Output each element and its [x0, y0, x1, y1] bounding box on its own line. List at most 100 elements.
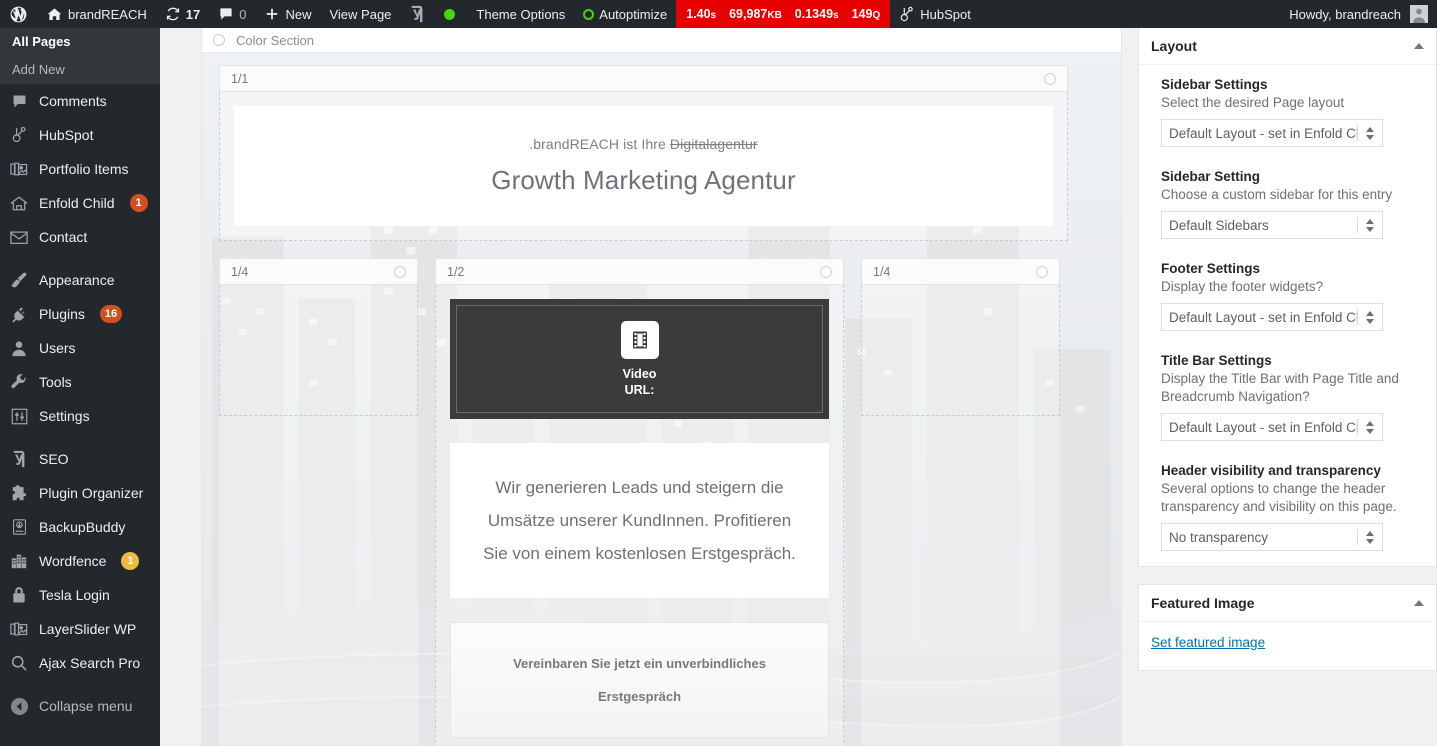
layout-metabox: Layout Sidebar Settings Select the desire…: [1138, 28, 1437, 567]
layout-metabox-body: Sidebar Settings Select the desired Page …: [1139, 65, 1436, 566]
video-caption-line1: Video: [622, 366, 657, 381]
sidebar-item-label: Tools: [39, 374, 72, 390]
sidebar-item-label: Users: [39, 340, 76, 356]
layout-metabox-header[interactable]: Layout: [1139, 28, 1436, 65]
builder-cell[interactable]: 1/4: [219, 258, 418, 745]
sidebar-item-label: BackupBuddy: [39, 519, 126, 535]
cell-circle-icon[interactable]: [820, 265, 832, 278]
collapse-menu-label: Collapse menu: [39, 698, 133, 714]
cell-circle-icon[interactable]: [1044, 72, 1056, 85]
option-heading: Sidebar Setting: [1161, 169, 1261, 184]
option-select-value: No transparency: [1169, 529, 1269, 545]
yoast-seo-icon: [9, 449, 29, 469]
sidebar-item-label: Plugins: [39, 306, 85, 322]
sidebar-item-appearance[interactable]: Appearance: [0, 263, 160, 297]
set-featured-image-link[interactable]: Set featured image: [1151, 635, 1265, 650]
chevron-updown-icon[interactable]: [1358, 420, 1382, 434]
collapse-triangle-icon[interactable]: [1414, 600, 1424, 606]
chevron-updown-icon[interactable]: [1358, 126, 1382, 140]
sidebar-item-hubspot[interactable]: HubSpot: [0, 118, 160, 152]
account-menu[interactable]: Howdy, brandreach: [1280, 0, 1437, 28]
new-label: New: [285, 6, 312, 22]
option-select[interactable]: Default Layout - set in Enfold Ch: [1161, 303, 1383, 331]
sidebar-item-backupbuddy[interactable]: BackupBuddy: [0, 510, 160, 544]
sidebar-item-tools[interactable]: Tools: [0, 365, 160, 399]
admin-bar: brandREACH 17 0 New View Page Theme Opti…: [0, 0, 1437, 28]
layout-metabox-title: Layout: [1151, 38, 1197, 54]
sidebar-collapse-menu[interactable]: Collapse menu: [0, 689, 160, 723]
builder-cell-header[interactable]: 1/4: [861, 258, 1060, 285]
collapse-triangle-icon[interactable]: [1414, 43, 1424, 49]
cell-size-label: 1/1: [231, 71, 249, 86]
cell-circle-icon[interactable]: [394, 265, 406, 278]
option-description: Select the desired Page layout: [1161, 95, 1345, 110]
button-element[interactable]: Vereinbaren Sie jetzt ein unverbindliche…: [450, 622, 829, 738]
video-element[interactable]: Video URL:: [450, 299, 829, 419]
sidebar-badge: 1: [129, 194, 148, 212]
sidebar-item-comments[interactable]: Comments: [0, 84, 160, 118]
cell-circle-icon[interactable]: [1036, 265, 1048, 278]
plus-icon: [264, 6, 280, 22]
sidebar-item-layerslider-wp[interactable]: LayerSlider WP: [0, 612, 160, 646]
builder-cell-header[interactable]: 1/4: [219, 258, 418, 285]
cell-size-label: 1/2: [447, 264, 465, 279]
sidebar-item-plugin-organizer[interactable]: Plugin Organizer: [0, 476, 160, 510]
option-description: Choose a custom sidebar for this entry: [1161, 187, 1393, 202]
autoptimize-menu[interactable]: Autoptimize: [574, 0, 676, 28]
builder-cell-header[interactable]: 1/2: [435, 258, 844, 285]
builder-cell[interactable]: 1/4: [861, 258, 1060, 745]
featured-image-header[interactable]: Featured Image: [1139, 585, 1436, 622]
sidebar-item-all-pages[interactable]: All Pages: [0, 28, 160, 56]
sidebar-item-seo[interactable]: SEO: [0, 442, 160, 476]
featured-image-body: Set featured image: [1139, 622, 1436, 670]
builder-cell-header[interactable]: 1/1: [219, 65, 1068, 92]
builder-cell[interactable]: 1/1 .brandREACH ist Ihre Digitalagentur Gr…: [219, 65, 1068, 241]
layout-option: Sidebar Settings Select the desired Page …: [1161, 77, 1414, 147]
home-icon: [46, 6, 63, 23]
chevron-updown-icon[interactable]: [1358, 310, 1382, 324]
option-select[interactable]: Default Sidebars: [1161, 211, 1383, 239]
sidebar-item-ajax-search-pro[interactable]: Ajax Search Pro: [0, 646, 160, 680]
home-appearance-icon: [9, 193, 29, 213]
wp-logo-menu[interactable]: [0, 0, 37, 28]
performance-metrics-bar[interactable]: 1.40s 69,987KB 0.1349s 149Q: [676, 0, 891, 28]
paragraph-element[interactable]: Wir generieren Leads und steigern die Um…: [450, 443, 829, 598]
settings-sidebar: Layout Sidebar Settings Select the desire…: [1138, 28, 1437, 746]
sidebar-item-add-new[interactable]: Add New: [0, 56, 160, 84]
new-content-menu[interactable]: New: [255, 0, 320, 28]
comments-menu[interactable]: 0: [209, 0, 255, 28]
yoast-status[interactable]: [435, 0, 464, 28]
sidebar-item-label: Appearance: [39, 272, 115, 288]
chevron-updown-icon[interactable]: [1358, 530, 1382, 544]
option-select[interactable]: No transparency: [1161, 523, 1383, 551]
yoast-menu[interactable]: [400, 0, 435, 28]
sidebar-item-contact[interactable]: Contact: [0, 220, 160, 254]
sidebar-item-settings[interactable]: Settings: [0, 399, 160, 433]
option-select[interactable]: Default Layout - set in Enfold Ch: [1161, 413, 1383, 441]
option-select-value: Default Layout - set in Enfold Ch: [1169, 419, 1357, 435]
view-page-link[interactable]: View Page: [320, 0, 400, 28]
site-name-menu[interactable]: brandREACH: [37, 0, 156, 28]
section-circle-icon[interactable]: [213, 34, 225, 46]
chevron-updown-icon[interactable]: [1358, 218, 1382, 232]
option-select[interactable]: Default Layout - set in Enfold Ch: [1161, 119, 1383, 147]
text-block-element[interactable]: .brandREACH ist Ihre Digitalagentur Growt…: [234, 106, 1053, 226]
puzzle-piece-icon: [9, 483, 29, 503]
hubspot-menu[interactable]: HubSpot: [890, 0, 980, 28]
sidebar-item-wordfence[interactable]: Wordfence 1: [0, 544, 160, 578]
color-section-header[interactable]: Color Section: [202, 28, 1121, 53]
theme-options-menu[interactable]: Theme Options: [467, 0, 574, 28]
updates-menu[interactable]: 17: [156, 0, 209, 28]
sidebar-item-enfold-child[interactable]: Enfold Child 1: [0, 186, 160, 220]
option-select-value: Default Sidebars: [1169, 217, 1269, 233]
builder-cell-body: .brandREACH ist Ihre Digitalagentur Growt…: [219, 92, 1068, 241]
builder-cell[interactable]: 1/2 Video URL: Wir generieren Leads und ste…: [435, 258, 844, 745]
sidebar-item-plugins[interactable]: Plugins 16: [0, 297, 160, 331]
wordfence-building-icon: [9, 551, 29, 571]
sidebar-item-tesla-login[interactable]: Tesla Login: [0, 578, 160, 612]
wordpress-logo-icon: [9, 5, 28, 24]
sidebar-item-users[interactable]: Users: [0, 331, 160, 365]
option-heading: Footer Settings: [1161, 261, 1261, 276]
option-heading: Title Bar Settings: [1161, 353, 1272, 368]
sidebar-item-portfolio-items[interactable]: Portfolio Items: [0, 152, 160, 186]
